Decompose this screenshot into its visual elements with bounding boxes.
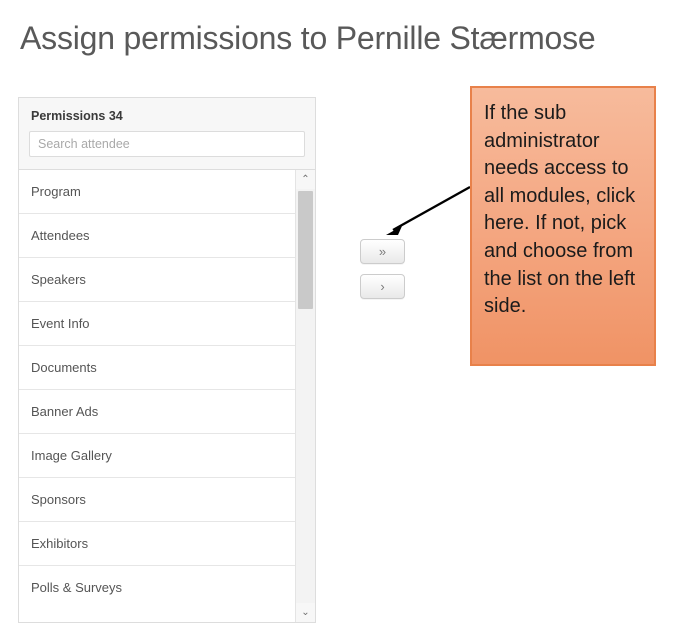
list-item[interactable]: Exhibitors bbox=[19, 522, 295, 566]
list-item[interactable]: Banner Ads bbox=[19, 390, 295, 434]
scroll-down-arrow-icon[interactable]: ⌄ bbox=[296, 603, 315, 622]
scroll-up-arrow-icon[interactable]: ⌃ bbox=[296, 170, 315, 189]
scrollbar-track[interactable] bbox=[296, 189, 315, 603]
permissions-count-label: Permissions 34 bbox=[31, 109, 123, 123]
list-item[interactable]: Attendees bbox=[19, 214, 295, 258]
transfer-button-group: » › bbox=[360, 239, 405, 309]
permissions-panel: Permissions 34 ProgramAttendeesSpeakersE… bbox=[18, 97, 316, 623]
list-item[interactable]: Event Info bbox=[19, 302, 295, 346]
callout-instruction-box: If the sub administrator needs access to… bbox=[470, 86, 656, 366]
list-item[interactable]: Documents bbox=[19, 346, 295, 390]
list-item[interactable]: Program bbox=[19, 170, 295, 214]
list-item[interactable]: Sponsors bbox=[19, 478, 295, 522]
list-item[interactable]: Speakers bbox=[19, 258, 295, 302]
scrollbar-thumb[interactable] bbox=[298, 191, 313, 309]
permissions-list-scrollbar[interactable]: ⌃ ⌄ bbox=[295, 170, 315, 622]
move-all-right-button[interactable]: » bbox=[360, 239, 405, 264]
move-selected-right-button[interactable]: › bbox=[360, 274, 405, 299]
annotation-arrow-icon bbox=[386, 185, 471, 235]
permissions-list-items: Program Attendees Speakers Event Info Docume… bbox=[19, 170, 295, 610]
page-title: Assign permissions to Pernille Stærmose bbox=[20, 20, 596, 56]
list-item[interactable]: Polls & Surveys bbox=[19, 566, 295, 610]
list-item[interactable]: Image Gallery bbox=[19, 434, 295, 478]
search-input[interactable] bbox=[29, 131, 305, 157]
permissions-panel-header: Permissions 34 bbox=[19, 98, 315, 170]
permissions-list: Program Attendees Speakers Event Info Docume… bbox=[19, 170, 315, 622]
